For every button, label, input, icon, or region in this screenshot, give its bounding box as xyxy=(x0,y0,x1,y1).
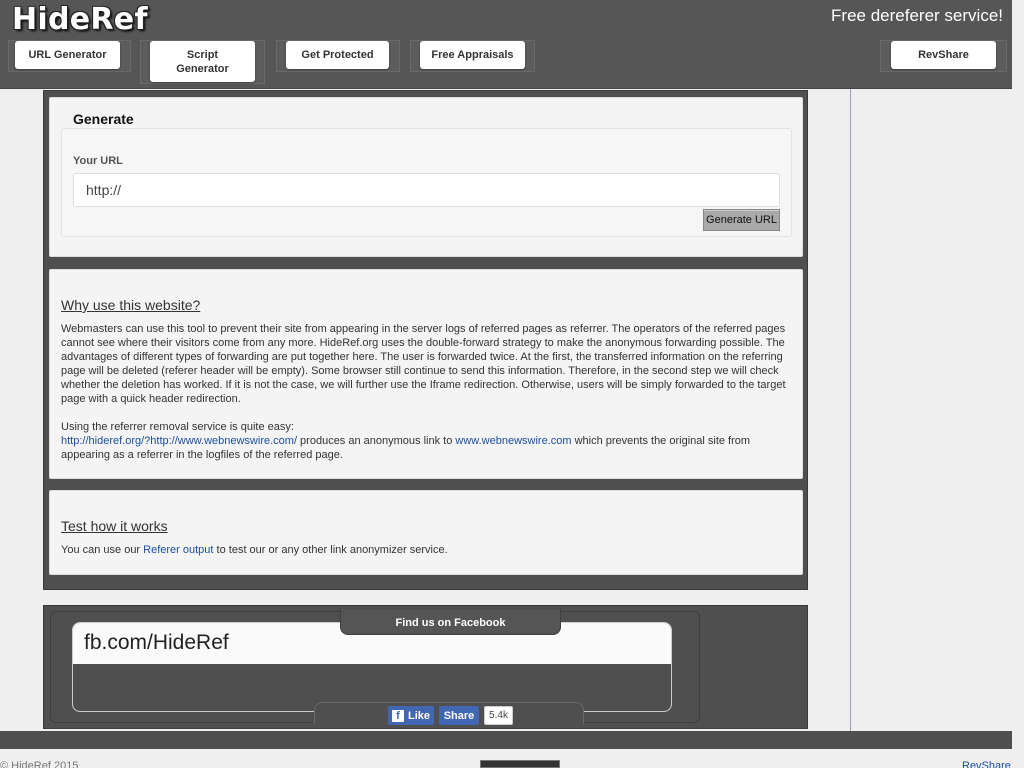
test-pre-text: You can use our xyxy=(61,544,144,556)
example-mid-text: produces an anonymous link to xyxy=(297,435,456,447)
facebook-handle[interactable]: fb.com/HideRef xyxy=(84,631,229,655)
site-logo[interactable]: HideRef xyxy=(12,2,148,37)
test-post-text: to test our or any other link anonymizer… xyxy=(213,544,448,556)
generate-form: Your URL Generate URL xyxy=(61,128,792,237)
footer-copyright: © HideRef 2015 xyxy=(0,760,79,768)
why-body: Webmasters can use this tool to prevent … xyxy=(61,323,786,405)
facebook-tab[interactable]: Find us on Facebook xyxy=(340,609,561,635)
nav-url-generator-button[interactable]: URL Generator xyxy=(15,41,120,69)
footer-bar xyxy=(0,731,1012,749)
right-sidebar xyxy=(850,89,1012,731)
facebook-icon: f xyxy=(391,709,404,722)
test-title: Test how it works xyxy=(61,518,168,534)
usage-example: http://hideref.org/?http://www.webnewswi… xyxy=(61,434,791,462)
target-link[interactable]: www.webnewswire.com xyxy=(455,435,571,447)
generate-title: Generate xyxy=(73,111,134,127)
facebook-widget: fb.com/HideRef xyxy=(72,622,672,712)
visitor-counter-badge[interactable] xyxy=(480,760,560,768)
generate-url-button[interactable]: Generate URL xyxy=(703,209,780,231)
usage-intro: Using the referrer removal service is qu… xyxy=(61,421,294,433)
why-title: Why use this website? xyxy=(61,297,201,313)
url-label: Your URL xyxy=(73,155,123,167)
facebook-share-button[interactable]: Share xyxy=(439,706,479,725)
nav-revshare-button[interactable]: RevShare xyxy=(891,41,996,69)
referer-output-link[interactable]: Referer output xyxy=(143,544,213,556)
test-text: You can use our Referer output to test o… xyxy=(61,543,791,557)
footer-revshare-link[interactable]: RevShare xyxy=(962,760,1011,768)
nav-get-protected-button[interactable]: Get Protected xyxy=(286,41,389,69)
facebook-like-button[interactable]: f Like xyxy=(388,706,434,725)
site-header: HideRef Free dereferer service! URL Gene… xyxy=(0,0,1012,89)
nav-free-appraisals-button[interactable]: Free Appraisals xyxy=(420,41,525,69)
generate-box: Generate Your URL Generate URL xyxy=(49,97,803,257)
facebook-share-count: 5.4k xyxy=(484,706,513,725)
nav-script-generator-button[interactable]: Script Generator xyxy=(150,41,255,82)
like-label: Like xyxy=(407,709,430,722)
main-content-panel: Generate Your URL Generate URL Why use t… xyxy=(43,90,808,590)
url-input[interactable] xyxy=(73,173,780,207)
test-box: Test how it works You can use our Refere… xyxy=(49,490,803,575)
why-box: Why use this website? Webmasters can use… xyxy=(49,269,803,479)
facebook-panel: fb.com/HideRef Find us on Facebook f Lik… xyxy=(43,605,808,729)
example-link[interactable]: http://hideref.org/?http://www.webnewswi… xyxy=(61,435,297,447)
site-tagline: Free dereferer service! xyxy=(831,6,1003,25)
